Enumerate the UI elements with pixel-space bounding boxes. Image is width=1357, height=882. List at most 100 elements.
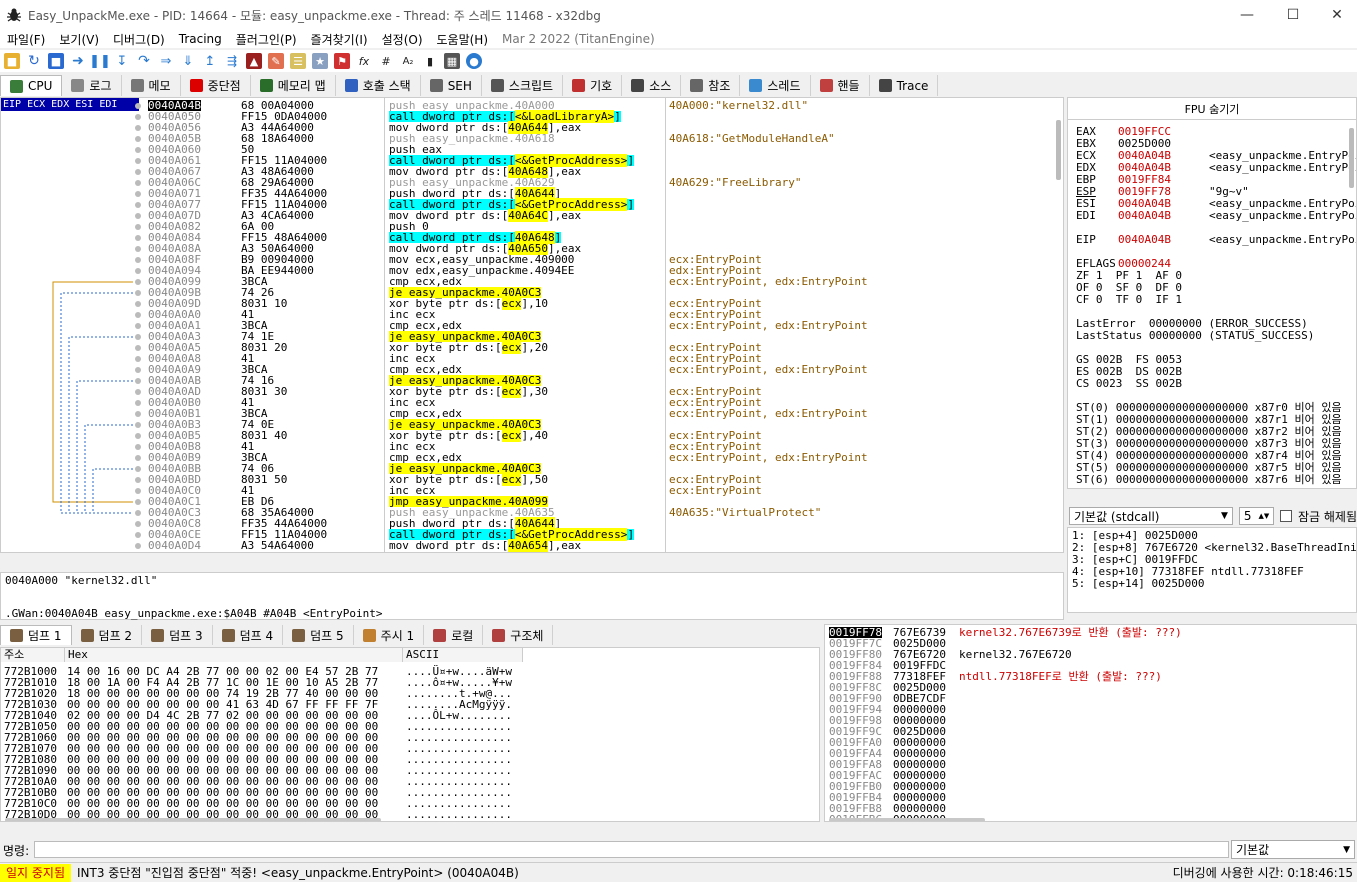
- instruction-row[interactable]: 0040A05B 68 18A64000 push easy_unpackme.40…: [146, 133, 1063, 144]
- breakpoint-dot[interactable]: [135, 246, 141, 252]
- register-value[interactable]: 0040A04B: [1118, 198, 1171, 209]
- close-debuggee-icon[interactable]: ■: [48, 53, 64, 69]
- instruction-row[interactable]: 0040A0A5 8031 20 xor byte ptr ds:[ecx],20 e…: [146, 341, 1063, 354]
- instruction-row[interactable]: 0040A0A8 41 inc ecx ecx:EntryPoint: [146, 353, 1063, 364]
- stack-arg-line[interactable]: 4: [esp+10] 77318FEF ntdll.77318FEF: [1072, 566, 1304, 577]
- tab-script[interactable]: 스크립트: [481, 75, 564, 96]
- menu-item[interactable]: 파일(F): [0, 31, 52, 48]
- call-convention-select[interactable]: 기본값 (stdcall) ▼: [1069, 507, 1233, 525]
- stack-arg-line[interactable]: 1: [esp+4] 0025D000: [1072, 530, 1198, 541]
- breakpoint-dot[interactable]: [135, 521, 141, 527]
- tab-call-stack[interactable]: 호출 스택: [335, 75, 421, 96]
- breakpoint-dot[interactable]: [135, 158, 141, 164]
- register-value[interactable]: 0040A04B: [1118, 234, 1171, 245]
- breakpoint-dot[interactable]: [135, 103, 141, 109]
- tab-주시-1[interactable]: 주시 1: [353, 625, 425, 645]
- breakpoint-dot[interactable]: [135, 411, 141, 417]
- execute-till-return-icon[interactable]: ↥: [202, 53, 218, 69]
- breakpoint-dot[interactable]: [135, 378, 141, 384]
- tab-trace[interactable]: Trace: [869, 75, 939, 96]
- instruction-row[interactable]: 0040A0B9 3BCA cmp ecx,edx ecx:EntryPoint, e…: [146, 452, 1063, 463]
- register-line[interactable]: EDI 0040A04B <easy_unpackme.EntryPoint>: [1076, 210, 1356, 222]
- tab-덤프-3[interactable]: 덤프 3: [142, 625, 213, 645]
- breakpoint-dot[interactable]: [135, 433, 141, 439]
- step-into-icon[interactable]: ↧: [114, 53, 130, 69]
- column-header-ascii[interactable]: ASCII: [403, 648, 523, 662]
- breakpoint-dot[interactable]: [135, 312, 141, 318]
- registers-pane[interactable]: FPU 숨기기 EAX 0019FFCC EBX 0025D000 ECX 0040A04…: [1067, 97, 1357, 489]
- register-line[interactable]: EIP 0040A04B <easy_unpackme.EntryPoint>: [1076, 234, 1356, 246]
- maximize-button[interactable]: ☐: [1270, 0, 1316, 30]
- tab-symbols[interactable]: 기호: [563, 75, 623, 96]
- stack-arg-line[interactable]: 5: [esp+14] 0025D000: [1072, 578, 1204, 589]
- tab-source[interactable]: 소스: [622, 75, 682, 96]
- command-input[interactable]: [34, 841, 1229, 858]
- breakpoint-dot[interactable]: [135, 400, 141, 406]
- instruction-row[interactable]: 0040A0A0 41 inc ecx ecx:EntryPoint: [146, 309, 1063, 320]
- breakpoint-dot[interactable]: [135, 224, 141, 230]
- strings-icon[interactable]: A₂: [400, 53, 416, 69]
- instruction-row[interactable]: 0040A0B0 41 inc ecx ecx:EntryPoint: [146, 397, 1063, 408]
- instruction-row[interactable]: 0040A0AD 8031 30 xor byte ptr ds:[ecx],30 e…: [146, 385, 1063, 398]
- bookmarks-icon[interactable]: ⚑: [334, 53, 350, 69]
- breakpoint-dot[interactable]: [135, 444, 141, 450]
- menu-item[interactable]: 설정(O): [375, 31, 430, 48]
- menu-item[interactable]: 디버그(D): [106, 31, 172, 48]
- breakpoint-dot[interactable]: [135, 235, 141, 241]
- close-button[interactable]: ✕: [1314, 0, 1357, 30]
- menu-item[interactable]: 도움말(H): [430, 31, 496, 48]
- run-icon[interactable]: ➜: [70, 53, 86, 69]
- trace-over-icon[interactable]: ⇓: [180, 53, 196, 69]
- instruction-row[interactable]: 0040A0A1 3BCA cmp ecx,edx ecx:EntryPoint, e…: [146, 320, 1063, 331]
- menu-item[interactable]: 보기(V): [52, 31, 106, 48]
- dump-scrollbar[interactable]: [5, 818, 381, 821]
- column-header-address[interactable]: 주소: [1, 648, 65, 662]
- registers-scrollbar[interactable]: [1349, 128, 1354, 188]
- tab-덤프-1[interactable]: 덤프 1: [0, 625, 72, 645]
- breakpoint-dot[interactable]: [135, 455, 141, 461]
- breakpoint-dot[interactable]: [135, 367, 141, 373]
- minimize-button[interactable]: —: [1224, 0, 1270, 30]
- arg-count-stepper[interactable]: 5 ▲▼: [1238, 507, 1275, 525]
- tab-덤프-2[interactable]: 덤프 2: [71, 625, 143, 645]
- breakpoint-dot[interactable]: [135, 477, 141, 483]
- breakpoint-dot[interactable]: [135, 213, 141, 219]
- tab-log[interactable]: 로그: [62, 75, 122, 96]
- hide-debugger-icon[interactable]: ▲: [246, 53, 262, 69]
- run-to-user-code-icon[interactable]: ⇶: [224, 53, 240, 69]
- disassembly-scrollbar[interactable]: [1055, 110, 1063, 550]
- breakpoint-dot[interactable]: [135, 191, 141, 197]
- step-over-icon[interactable]: ↷: [136, 53, 152, 69]
- instruction-row[interactable]: 0040A07D A3 4CA64000 mov dword ptr ds:[40A…: [146, 209, 1063, 222]
- instruction-row[interactable]: 0040A09D 8031 10 xor byte ptr ds:[ecx],10 e…: [146, 297, 1063, 310]
- register-value[interactable]: 00000244: [1118, 258, 1171, 269]
- breakpoint-dot[interactable]: [135, 543, 141, 549]
- instruction-row[interactable]: 0040A099 3BCA cmp ecx,edx ecx:EntryPoint, e…: [146, 276, 1063, 287]
- register-value[interactable]: 0019FFCC: [1118, 126, 1171, 137]
- tab-구조체[interactable]: 구조체: [483, 625, 554, 645]
- menu-item[interactable]: 플러그인(P): [229, 31, 304, 48]
- calculator-icon[interactable]: ▦: [444, 53, 460, 69]
- register-value[interactable]: 0019FF78: [1118, 186, 1171, 197]
- tab-notes[interactable]: 메모: [121, 75, 181, 96]
- breakpoint-dot[interactable]: [135, 125, 141, 131]
- tab-breakpoint[interactable]: 중단점: [180, 75, 251, 96]
- instruction-row[interactable]: 0040A0B1 3BCA cmp ecx,edx ecx:EntryPoint, e…: [146, 408, 1063, 419]
- instruction-row[interactable]: 0040A0B8 41 inc ecx ecx:EntryPoint: [146, 441, 1063, 452]
- breakpoint-dot[interactable]: [135, 114, 141, 120]
- tab-handles[interactable]: 핸들: [810, 75, 870, 96]
- stack-arg-line[interactable]: 2: [esp+8] 767E6720 <kernel32.BaseThread…: [1072, 542, 1356, 553]
- breakpoint-dot[interactable]: [135, 510, 141, 516]
- breakpoint-dot[interactable]: [135, 466, 141, 472]
- breakpoint-dot[interactable]: [135, 136, 141, 142]
- hash-icon[interactable]: #: [378, 53, 394, 69]
- breakpoint-dot[interactable]: [135, 323, 141, 329]
- tab-덤프-4[interactable]: 덤프 4: [212, 625, 284, 645]
- tab-seh[interactable]: SEH: [420, 75, 482, 96]
- stack-arguments[interactable]: 1: [esp+4] 0025D000 2: [esp+8] 767E6720 <…: [1067, 527, 1357, 613]
- breakpoint-dot[interactable]: [135, 257, 141, 263]
- instruction-row[interactable]: 0040A0D4 A3 54A64000 mov dword ptr ds:[40A…: [146, 539, 1063, 552]
- breakpoint-dot[interactable]: [135, 290, 141, 296]
- tab-memory-map[interactable]: 메모리 맵: [250, 75, 336, 96]
- tab-references[interactable]: 참조: [681, 75, 741, 96]
